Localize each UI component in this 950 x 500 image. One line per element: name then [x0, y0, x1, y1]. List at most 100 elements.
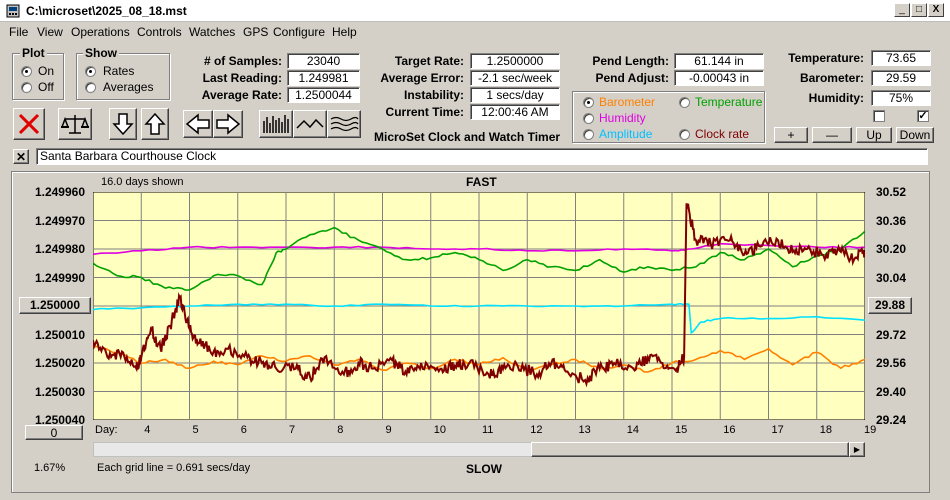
menu-bar: File View Operations Controls Watches GP… — [0, 23, 950, 41]
barometer-label: Barometer: — [799, 71, 864, 85]
checkbox-1[interactable] — [873, 110, 885, 122]
humidity-label: Humidity: — [808, 91, 864, 105]
average-error-label: Average Error: — [380, 71, 464, 85]
up-button[interactable]: Up — [856, 127, 892, 143]
y-left-tick-label: 1.249970 — [34, 213, 85, 228]
arrow-up-button[interactable] — [141, 108, 169, 140]
barometer-field: 29.59 — [871, 70, 931, 86]
day-axis-label: Day: — [95, 424, 118, 436]
checkbox-2[interactable]: ✓ — [917, 110, 929, 122]
wave-icon — [296, 118, 324, 129]
bars-button[interactable] — [259, 110, 293, 138]
balance-button[interactable] — [58, 108, 92, 140]
scrollbar-thumb[interactable] — [531, 442, 849, 457]
x-tick-label: 18 — [819, 424, 832, 436]
show-group-label: Show — [83, 46, 119, 60]
x-tick-label: 17 — [771, 424, 784, 436]
amplitude-option-label: Amplitude — [599, 127, 653, 141]
clock-name-field[interactable]: Santa Barbara Courthouse Clock — [36, 148, 928, 165]
wave-button[interactable] — [293, 110, 327, 138]
temperature-radio[interactable] — [679, 97, 690, 108]
y-left-tick-label: 1.249990 — [34, 270, 85, 285]
stop-button[interactable] — [13, 108, 45, 140]
app-name: MicroSet Clock and Watch Timer — [374, 130, 561, 144]
x-tick-label: 8 — [337, 424, 344, 436]
last-reading-label: Last Reading: — [202, 71, 282, 85]
plot-off-label: Off — [38, 80, 54, 94]
instability-label: Instability: — [403, 88, 464, 102]
title-bar: C:\microset\2025_08_18.mst _ □ X — [0, 0, 950, 22]
humidity-radio[interactable] — [583, 113, 594, 124]
bars-icon — [263, 115, 289, 133]
menu-file[interactable]: File — [9, 25, 28, 39]
barometer-option-label: Barometer — [599, 95, 656, 109]
show-averages-radio[interactable] — [85, 82, 96, 93]
target-rate-label: Target Rate: — [394, 54, 464, 68]
menu-gps[interactable]: GPS — [243, 25, 268, 39]
percent-label: 1.67% — [34, 462, 66, 474]
target-rate-field[interactable]: 1.2500000 — [470, 53, 560, 69]
x-tick-label: 4 — [144, 424, 151, 436]
down-button[interactable]: Down — [896, 127, 934, 143]
plot-on-radio[interactable] — [21, 66, 32, 77]
barometer-radio[interactable] — [583, 97, 594, 108]
arrow-right-button[interactable] — [213, 110, 243, 138]
y-right-tick-label: 29.56 — [876, 356, 907, 370]
instability-field: 1 secs/day — [470, 87, 560, 103]
fast-label: FAST — [466, 175, 497, 189]
arrow-left-button[interactable] — [183, 110, 213, 138]
y-right-tick-label: 29.72 — [876, 327, 907, 342]
menu-operations[interactable]: Operations — [71, 25, 130, 39]
chart-plot-area — [93, 192, 865, 420]
plot-on-label: On — [38, 64, 55, 78]
scroll-right-button[interactable]: ▶ — [849, 442, 865, 457]
y-right-tick-label: 29.24 — [876, 413, 907, 427]
plot-off-radio[interactable] — [21, 82, 32, 93]
menu-view[interactable]: View — [37, 25, 63, 39]
increase-button[interactable]: + — [774, 127, 808, 143]
x-tick-label: 16 — [723, 424, 736, 436]
show-rates-radio[interactable] — [85, 66, 96, 77]
x-tick-label: 14 — [626, 424, 639, 436]
menu-help[interactable]: Help — [332, 25, 357, 39]
average-rate-field: 1.2500044 — [287, 87, 360, 103]
minimize-button[interactable]: _ — [894, 3, 910, 17]
arrow-down-button[interactable] — [109, 108, 137, 140]
x-tick-label: 13 — [578, 424, 591, 436]
x-tick-label: 5 — [192, 424, 199, 436]
y-left-tick-label: 1.249960 — [34, 185, 85, 199]
show-rates-label: Rates — [103, 64, 135, 78]
close-button[interactable]: X — [928, 3, 944, 17]
menu-controls[interactable]: Controls — [137, 25, 182, 39]
y-right-tick-label: 29.40 — [876, 384, 907, 399]
y-left-tick-label: 1.250030 — [34, 384, 85, 399]
decrease-button[interactable]: — — [812, 127, 852, 143]
maximize-button[interactable]: □ — [911, 3, 927, 17]
samples-label: # of Samples: — [203, 54, 282, 68]
x-tick-label: 10 — [433, 424, 446, 436]
amplitude-radio[interactable] — [583, 129, 594, 140]
x-tick-label: 7 — [289, 424, 296, 436]
menu-watches[interactable]: Watches — [189, 25, 235, 39]
clock-rate-radio[interactable] — [679, 129, 690, 140]
x-tick-label: 19 — [864, 424, 877, 436]
center-rate-button[interactable]: 1.250000 — [19, 297, 91, 314]
average-rate-label: Average Rate: — [201, 88, 282, 102]
app-icon — [6, 4, 20, 18]
offset-button[interactable]: 0 — [25, 425, 83, 440]
menu-configure[interactable]: Configure — [273, 25, 325, 39]
x-tick-label: 6 — [240, 424, 247, 436]
y-right-tick-label: 30.36 — [876, 213, 907, 228]
arrow-up-icon — [144, 112, 166, 135]
center-aux-button[interactable]: 29.88 — [868, 297, 912, 314]
y-right-tick-label: 30.20 — [876, 242, 907, 256]
clear-name-button[interactable]: ✕ — [13, 149, 29, 164]
x-tick-label: 11 — [482, 424, 494, 436]
window-title: C:\microset\2025_08_18.mst — [26, 4, 187, 18]
clock-rate-option-label: Clock rate — [695, 127, 750, 141]
x-tick-label: 15 — [675, 424, 688, 436]
waves-button[interactable] — [327, 110, 361, 138]
average-error-field: -2.1 sec/week — [470, 70, 560, 86]
pend-length-field[interactable]: 61.144 in — [674, 53, 764, 69]
plot-group-label: Plot — [20, 46, 47, 60]
